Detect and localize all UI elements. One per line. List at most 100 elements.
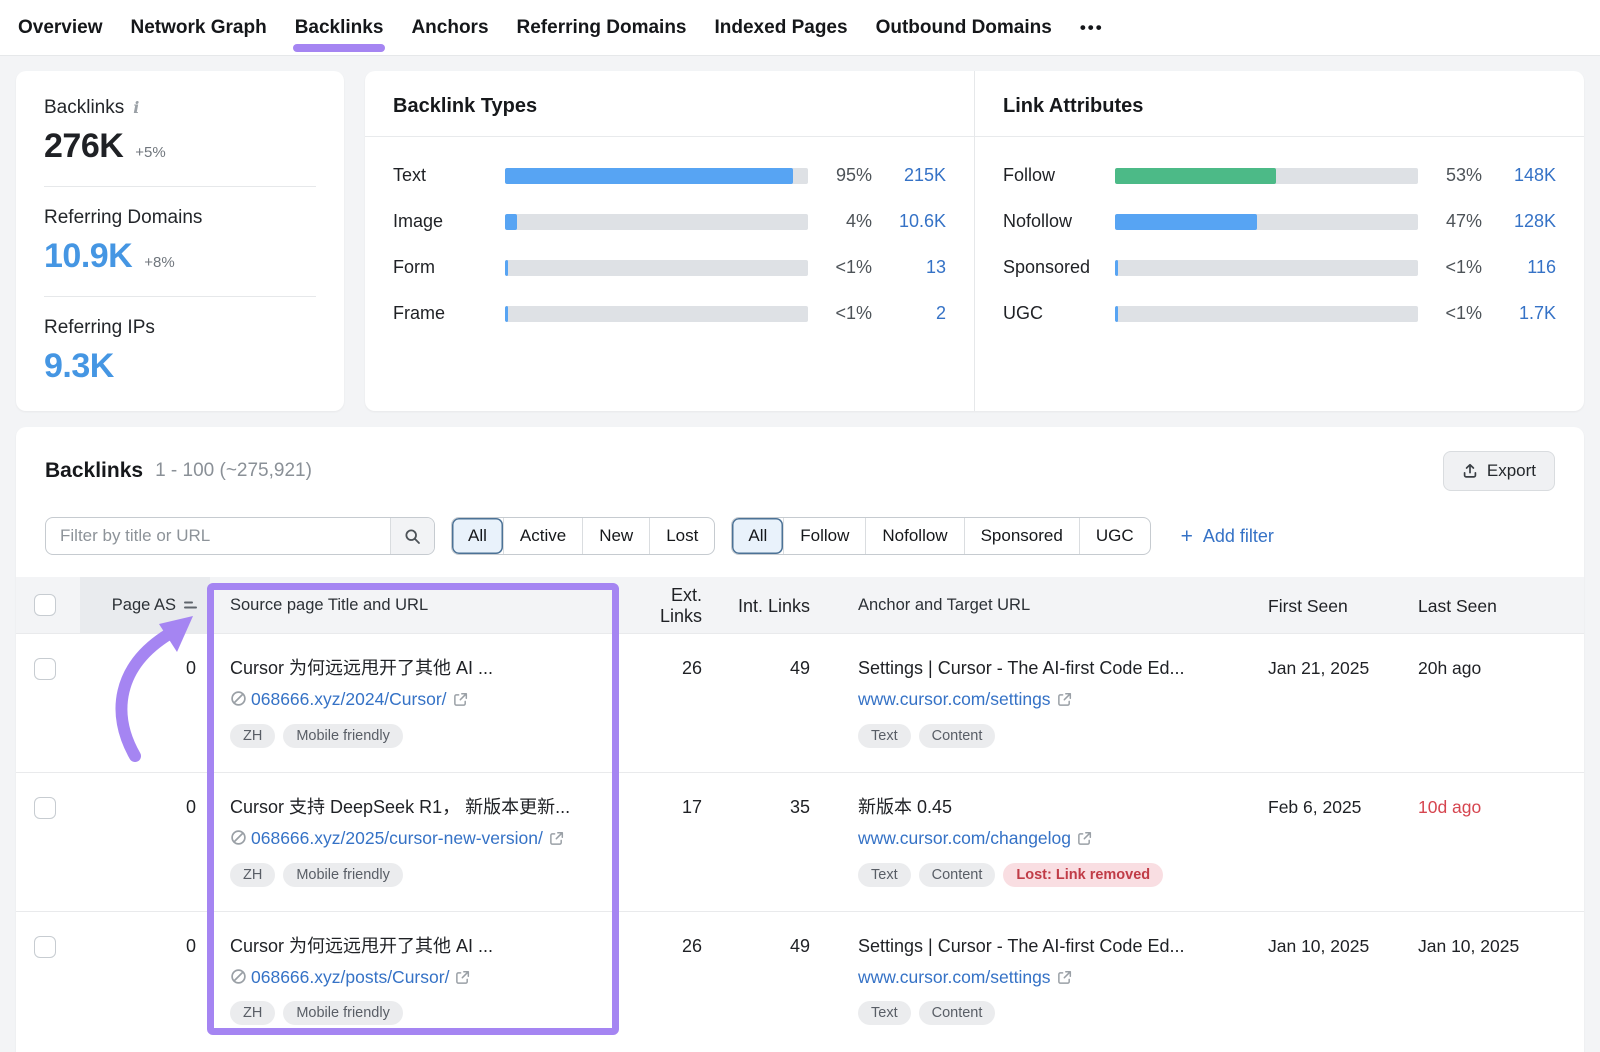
placement-badge: Content (919, 1001, 996, 1025)
attr-filter-sponsored[interactable]: Sponsored (964, 518, 1079, 554)
bar-row-nofollow: Nofollow 47% 128K (1003, 211, 1556, 232)
bar-row-ugc: UGC <1% 1.7K (1003, 303, 1556, 324)
bar-label: Form (393, 257, 505, 278)
mobile-friendly-badge: Mobile friendly (283, 1001, 403, 1025)
bar-value-link[interactable]: 148K (1482, 165, 1556, 186)
bar-track (505, 168, 808, 184)
search-button[interactable] (390, 518, 434, 554)
ext-links-value: 26 (620, 656, 716, 679)
target-url-link[interactable]: www.cursor.com/settings (858, 967, 1051, 987)
tab-network-graph[interactable]: Network Graph (131, 17, 267, 39)
export-icon (1462, 463, 1478, 479)
select-all-checkbox[interactable] (34, 594, 56, 616)
add-filter-label: Add filter (1203, 526, 1274, 547)
column-header-first-seen[interactable]: First Seen (1258, 594, 1408, 617)
int-links-value: 49 (716, 934, 824, 957)
attr-filter-ugc[interactable]: UGC (1079, 518, 1150, 554)
more-tabs-icon[interactable]: ••• (1080, 18, 1104, 38)
bar-row-follow: Follow 53% 148K (1003, 165, 1556, 186)
tab-backlinks[interactable]: Backlinks (295, 17, 384, 39)
link-attributes-title: Link Attributes (975, 71, 1584, 137)
filter-input[interactable] (46, 518, 390, 554)
tab-anchors[interactable]: Anchors (411, 17, 488, 39)
mobile-friendly-badge: Mobile friendly (283, 863, 403, 887)
info-icon[interactable]: i (133, 100, 139, 116)
status-filter-group: All Active New Lost (451, 517, 715, 555)
external-link-icon[interactable] (1077, 831, 1092, 846)
external-link-icon[interactable] (1057, 692, 1072, 707)
external-link-icon[interactable] (1057, 970, 1072, 985)
row-checkbox[interactable] (34, 936, 56, 958)
bar-value-link[interactable]: 1.7K (1482, 303, 1556, 324)
link-attributes-panel: Link Attributes Follow 53% 148K Nofollow… (974, 71, 1584, 411)
source-url-link[interactable]: 068666.xyz/posts/Cursor/ (251, 967, 449, 987)
bar-percent: <1% (1418, 303, 1482, 324)
status-filter-active[interactable]: Active (503, 518, 582, 554)
bar-track (1115, 168, 1418, 184)
bar-row-sponsored: Sponsored <1% 116 (1003, 257, 1556, 278)
add-filter-button[interactable]: + Add filter (1181, 526, 1274, 547)
backlinks-table: Page AS Source page Title and URL Ext. L… (16, 577, 1584, 1049)
bar-value-link[interactable]: 128K (1482, 211, 1556, 232)
row-checkbox[interactable] (34, 797, 56, 819)
target-url-link[interactable]: www.cursor.com/changelog (858, 828, 1071, 848)
attr-filter-nofollow[interactable]: Nofollow (865, 518, 963, 554)
divider (44, 186, 316, 187)
bar-row-frame: Frame <1% 2 (393, 303, 946, 324)
link-type-badge: Text (858, 863, 911, 887)
status-filter-new[interactable]: New (582, 518, 649, 554)
external-link-icon[interactable] (549, 831, 564, 846)
tab-overview[interactable]: Overview (18, 17, 103, 39)
attr-filter-follow[interactable]: Follow (783, 518, 865, 554)
link-type-badge: Text (858, 724, 911, 748)
int-links-value: 49 (716, 656, 824, 679)
page-as-value: 0 (80, 795, 210, 818)
bar-row-image: Image 4% 10.6K (393, 211, 946, 232)
backlink-types-panel: Backlink Types Text 95% 215K Image 4% 10… (365, 71, 974, 411)
link-type-badge: Text (858, 1001, 911, 1025)
bar-track (505, 260, 808, 276)
external-link-icon[interactable] (455, 970, 470, 985)
source-url-link[interactable]: 068666.xyz/2025/cursor-new-version/ (251, 828, 543, 848)
summary-backlinks-value: 276K (44, 127, 123, 166)
external-link-icon[interactable] (453, 692, 468, 707)
bar-value-link[interactable]: 13 (872, 257, 946, 278)
bar-track (505, 306, 808, 322)
export-button[interactable]: Export (1443, 451, 1555, 491)
target-url-link[interactable]: www.cursor.com/settings (858, 689, 1051, 709)
ext-links-value: 17 (620, 795, 716, 818)
bar-value-link[interactable]: 116 (1482, 257, 1556, 278)
bar-value-link[interactable]: 10.6K (872, 211, 946, 232)
tab-referring-domains[interactable]: Referring Domains (517, 17, 687, 39)
bar-row-text: Text 95% 215K (393, 165, 946, 186)
bar-label: Follow (1003, 165, 1115, 186)
attr-filter-all[interactable]: All (732, 518, 783, 554)
tab-outbound-domains[interactable]: Outbound Domains (876, 17, 1052, 39)
bar-value-link[interactable]: 215K (872, 165, 946, 186)
bar-row-form: Form <1% 13 (393, 257, 946, 278)
column-header-ext-links[interactable]: Ext. Links (620, 583, 716, 627)
sort-icon (183, 598, 198, 612)
column-header-int-links[interactable]: Int. Links (716, 594, 824, 617)
table-row: 0 Cursor 为何远远甩开了其他 AI ... 068666.xyz/pos… (16, 911, 1584, 1050)
plus-icon: + (1181, 526, 1193, 547)
status-filter-lost[interactable]: Lost (649, 518, 714, 554)
last-seen-value: 20h ago (1408, 656, 1584, 679)
status-filter-all[interactable]: All (452, 518, 503, 554)
bar-value-link[interactable]: 2 (872, 303, 946, 324)
column-header-anchor[interactable]: Anchor and Target URL (824, 596, 1258, 615)
summary-refdomains-value[interactable]: 10.9K (44, 237, 132, 276)
first-seen-value: Jan 10, 2025 (1258, 934, 1408, 957)
row-checkbox[interactable] (34, 658, 56, 680)
backlinks-table-card: Backlinks 1 - 100 (~275,921) Export All … (16, 427, 1584, 1052)
column-header-last-seen[interactable]: Last Seen (1408, 594, 1584, 617)
column-header-page-as[interactable]: Page AS (80, 577, 210, 633)
source-url-link[interactable]: 068666.xyz/2024/Cursor/ (251, 689, 447, 709)
bar-percent: 95% (808, 165, 872, 186)
tab-indexed-pages[interactable]: Indexed Pages (715, 17, 848, 39)
bar-label: Image (393, 211, 505, 232)
backlink-types-title: Backlink Types (365, 71, 974, 137)
language-badge: ZH (230, 1001, 275, 1025)
summary-refips-value[interactable]: 9.3K (44, 347, 114, 386)
column-header-source[interactable]: Source page Title and URL (210, 596, 620, 615)
